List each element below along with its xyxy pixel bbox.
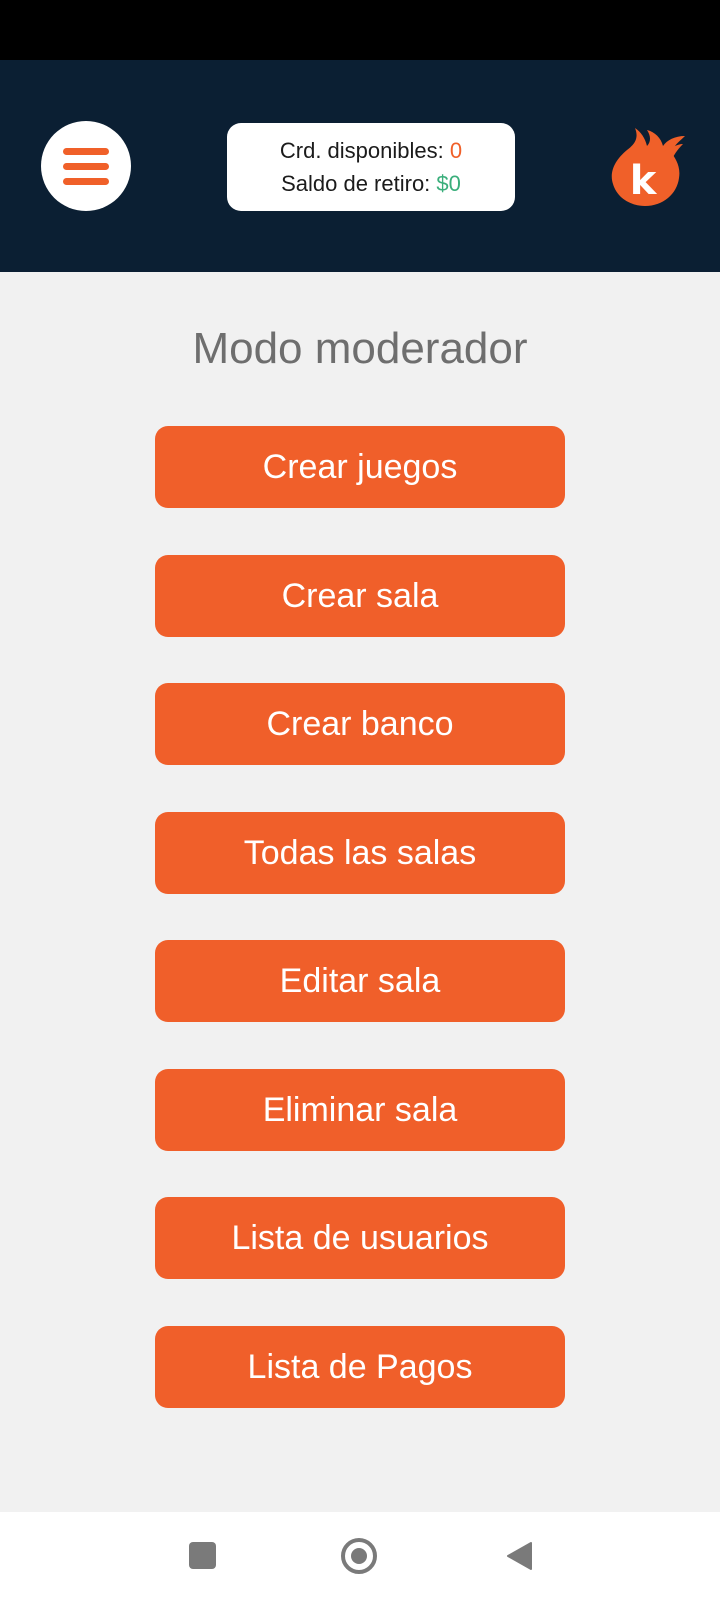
- flame-logo-icon: k: [611, 128, 685, 206]
- hamburger-menu-icon-bar: [63, 162, 109, 170]
- credits-label: Crd. disponibles:: [279, 138, 444, 163]
- user-list-button[interactable]: Lista de usuarios: [155, 1197, 565, 1279]
- hamburger-menu-icon-bar: [63, 177, 109, 185]
- edit-room-button[interactable]: Editar sala: [155, 940, 565, 1022]
- delete-room-button[interactable]: Eliminar sala: [155, 1069, 565, 1151]
- page-title: Modo moderador: [192, 324, 528, 373]
- hamburger-menu-icon: [63, 147, 109, 155]
- create-bank-button[interactable]: Crear banco: [155, 683, 565, 765]
- all-rooms-button[interactable]: Todas las salas: [155, 812, 565, 894]
- balance-card: Crd. disponibles: 0 Saldo de retiro: $0: [227, 123, 515, 211]
- menu-button[interactable]: [41, 121, 131, 211]
- credits-line: Crd. disponibles: 0: [280, 134, 462, 167]
- balance-line: Saldo de retiro: $0: [281, 167, 461, 200]
- app-header: Crd. disponibles: 0 Saldo de retiro: $0 …: [0, 60, 720, 272]
- balance-label: Saldo de retiro:: [281, 171, 431, 196]
- payments-list-button[interactable]: Lista de Pagos: [155, 1326, 565, 1408]
- back-triangle-icon[interactable]: [505, 1541, 533, 1571]
- create-room-button[interactable]: Crear sala: [155, 555, 565, 637]
- system-nav-bar: [0, 1512, 720, 1600]
- main-content: Modo moderador Crear juegos Crear sala C…: [0, 272, 720, 1512]
- home-circle-icon[interactable]: [341, 1538, 377, 1574]
- status-bar: [0, 0, 720, 60]
- recents-square-icon[interactable]: [189, 1542, 216, 1569]
- logo-letter: k: [630, 158, 658, 204]
- credits-value: 0: [449, 138, 463, 163]
- create-games-button[interactable]: Crear juegos: [155, 426, 565, 508]
- balance-value: $0: [436, 171, 461, 196]
